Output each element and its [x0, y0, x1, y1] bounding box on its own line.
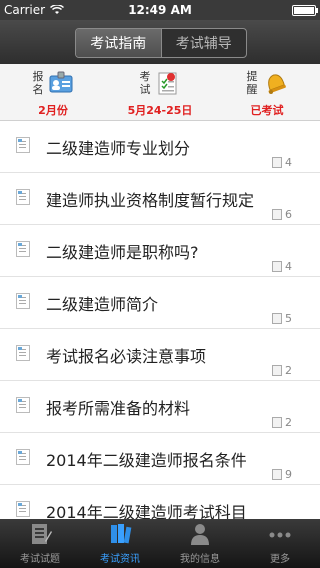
status-time: 12:49 AM: [128, 3, 192, 17]
document-icon: [16, 241, 30, 257]
exam-label: 考 试: [139, 70, 151, 96]
exam-date-value: 5月24-25日: [127, 104, 193, 117]
battery-icon: [292, 4, 318, 16]
comment-count: 2: [272, 364, 292, 377]
reminder-label: 提 醒: [246, 70, 258, 96]
document-icon: [16, 397, 30, 413]
tab-label: 考试试题: [20, 554, 60, 565]
reminder-value: 已考试: [250, 104, 284, 117]
document-icon: [16, 501, 30, 517]
list-item[interactable]: 建造师执业资格制度暂行规定 6: [0, 173, 320, 225]
list-item[interactable]: 二级建造师是职称吗? 4: [0, 225, 320, 277]
segment-exam-guide[interactable]: 考试指南: [76, 29, 162, 57]
tab-label: 我的信息: [180, 554, 220, 565]
person-icon: [191, 524, 209, 545]
list-item[interactable]: 二级建造师简介 5: [0, 277, 320, 329]
comment-count: 4: [272, 260, 292, 273]
list-item-title: 考试报名必读注意事项: [46, 347, 207, 366]
document-icon: [16, 449, 30, 465]
comment-icon: [272, 365, 282, 376]
tab-exam-news[interactable]: 考试资讯: [80, 519, 160, 568]
article-list: 二级建造师专业划分 4 建造师执业资格制度暂行规定 6 二级建造师是职称吗? 4…: [0, 121, 320, 519]
comment-count: 4: [272, 156, 292, 169]
exam-sheet-icon: [158, 72, 177, 95]
exam-paper-icon: [32, 524, 52, 544]
tab-more[interactable]: 更多: [240, 519, 320, 568]
list-item-title: 二级建造师简介: [46, 295, 159, 314]
books-icon: [111, 524, 132, 544]
comment-icon: [272, 417, 282, 428]
comment-icon: [272, 261, 282, 272]
comment-count: 2: [272, 416, 292, 429]
bell-icon: [268, 74, 286, 94]
document-icon: [16, 293, 30, 309]
list-item-title: 2014年二级建造师考试科目: [46, 503, 247, 519]
status-bar: Carrier 12:49 AM: [0, 0, 320, 20]
list-item[interactable]: 2014年二级建造师考试科目 8: [0, 485, 320, 519]
registration-label: 报 名: [32, 70, 44, 96]
comment-icon: [272, 469, 282, 480]
list-item[interactable]: 二级建造师专业划分 4: [0, 121, 320, 173]
segment-exam-tutoring[interactable]: 考试辅导: [162, 29, 247, 57]
comment-count: 6: [272, 208, 292, 221]
navigation-bar: 考试指南 考试辅导: [0, 20, 320, 64]
list-item-title: 建造师执业资格制度暂行规定: [46, 191, 255, 210]
info-registration[interactable]: 报 名 2月份: [0, 64, 106, 120]
comment-icon: [272, 209, 282, 220]
info-reminder[interactable]: 提 醒 已考试: [214, 64, 320, 120]
document-icon: [16, 137, 30, 153]
list-item[interactable]: 考试报名必读注意事项 2: [0, 329, 320, 381]
comment-icon: [272, 157, 282, 168]
tab-exam-questions[interactable]: 考试试题: [0, 519, 80, 568]
document-icon: [16, 345, 30, 361]
list-item[interactable]: 报考所需准备的材料 2: [0, 381, 320, 433]
list-item-title: 二级建造师专业划分: [46, 139, 191, 158]
id-card-icon: [49, 71, 73, 93]
segmented-control: 考试指南 考试辅导: [75, 28, 247, 58]
comment-icon: [272, 313, 282, 324]
tab-bar: 考试试题 考试资讯 我的信息 更多: [0, 519, 320, 568]
document-icon: [16, 189, 30, 205]
tab-my-info[interactable]: 我的信息: [160, 519, 240, 568]
tab-label: 更多: [270, 554, 290, 565]
info-exam-date[interactable]: 考 试 5月24-25日: [107, 64, 213, 120]
more-dots-icon: [269, 532, 291, 538]
comment-count: 5: [272, 312, 292, 325]
exam-info-strip: 报 名 2月份 考 试 5月24-25日 提 醒 已考试: [0, 64, 320, 121]
registration-value: 2月份: [38, 104, 68, 117]
list-item-title: 2014年二级建造师报名条件: [46, 451, 247, 470]
comment-count: 9: [272, 468, 292, 481]
list-item-title: 二级建造师是职称吗?: [46, 243, 199, 262]
list-item-title: 报考所需准备的材料: [46, 399, 191, 418]
list-item[interactable]: 2014年二级建造师报名条件 9: [0, 433, 320, 485]
tab-label: 考试资讯: [100, 554, 140, 565]
